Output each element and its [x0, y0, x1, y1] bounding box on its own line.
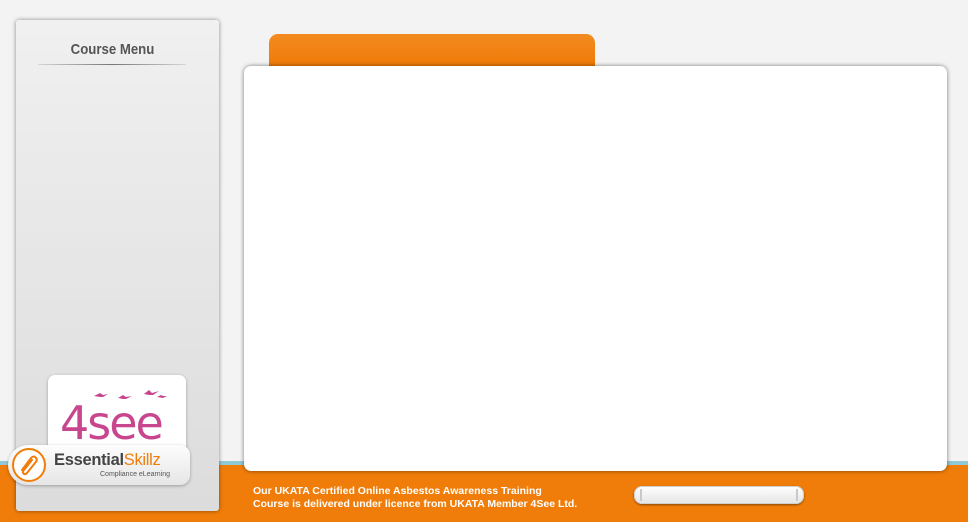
progress-cap-right: [796, 489, 798, 501]
footer-licence-text: Our UKATA Certified Online Asbestos Awar…: [253, 485, 577, 510]
content-tab-header: [269, 34, 595, 67]
brand-name-part2: Skillz: [123, 451, 161, 469]
brand-tagline: Compliance eLearning: [100, 471, 171, 478]
progress-cap-left: [640, 489, 642, 501]
progress-bar: [634, 486, 804, 504]
essentialskillz-logo[interactable]: EssentialSkillz Compliance eLearning: [8, 445, 190, 485]
4see-logo: 4see: [60, 390, 167, 450]
partner-logo-card[interactable]: 4see: [48, 375, 186, 455]
content-panel: [244, 66, 947, 471]
footer-line-1: Our UKATA Certified Online Asbestos Awar…: [253, 485, 542, 497]
course-menu-title: Course Menu: [70, 41, 155, 58]
footer-line-2: Course is delivered under licence from U…: [253, 497, 578, 510]
brand-name: EssentialSkillz: [54, 451, 161, 470]
brand-name-part1: Essential: [54, 451, 124, 469]
course-menu-sidebar: Course Menu 4see: [16, 20, 219, 511]
partner-logo-text: 4see: [60, 396, 162, 450]
paperclip-icon: [12, 448, 46, 482]
menu-divider: [38, 64, 186, 65]
